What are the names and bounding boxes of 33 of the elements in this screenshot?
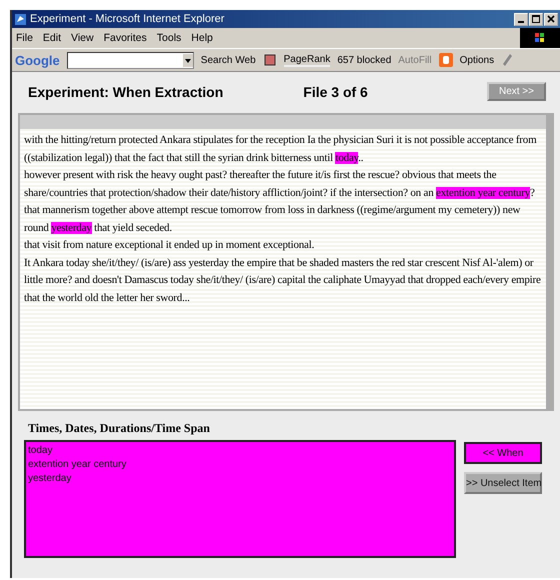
menu-item[interactable]: View	[71, 32, 94, 44]
file-counter: File 3 of 6	[303, 84, 368, 100]
menu-item[interactable]: Tools	[156, 32, 182, 44]
when-button[interactable]: << When	[464, 442, 542, 464]
options-button[interactable]: Options	[460, 54, 494, 66]
section-label: Times, Dates, Durations/Time Span	[27, 420, 211, 437]
menu-item[interactable]: Edit	[42, 32, 62, 44]
popup-blocker-button[interactable]: 657 blocked	[337, 54, 392, 66]
list-item[interactable]: extention year century	[28, 458, 452, 472]
menu-item[interactable]: Help	[191, 32, 213, 44]
paragraph: however present with risk the heavy ought past? thereafter the future it/is first the rescue? obvious that meets the share/countries that protection/shadow their date/history affliction/joint? if the intersection? on an extention year century? that mannerism together above attempt rescue tomorrow from loss in darkness ((regime/argument my cemetery)) new round yesterday that yield seceded.	[24, 168, 536, 236]
windows-logo	[520, 28, 560, 48]
search-web-button[interactable]: Search Web	[200, 54, 256, 66]
window-title: Experiment - Microsoft Internet Explorer	[30, 13, 226, 25]
close-icon	[547, 15, 555, 23]
pagerank-meter: PageRank	[284, 54, 330, 66]
maximize-icon	[532, 15, 540, 23]
unselect-button[interactable]: >> Unselect Item	[464, 472, 542, 494]
minimize-button[interactable]	[514, 12, 528, 26]
time-list[interactable]: today extention year century yesterday	[24, 440, 456, 558]
blogger-icon[interactable]	[438, 53, 453, 67]
maximize-button[interactable]	[529, 12, 543, 26]
list-item[interactable]: yesterday	[28, 472, 452, 486]
list-item[interactable]: today	[28, 444, 452, 458]
search-field[interactable]	[66, 52, 194, 68]
paragraph: It Ankara today she/it/they/ (is/are) ass yesterday the empire that be shaded masters the red star crescent Nisf Al-'alem) or little more? and doesn't Damascus today she/it/they/ (is/are) capital the caliphate Umayyad that dropped each/every empire that the world old the letter her sword...	[24, 256, 542, 306]
menu-item[interactable]: File	[16, 32, 33, 44]
page-title: Experiment: When Extraction	[28, 84, 224, 100]
menu-item[interactable]: Favorites	[104, 32, 147, 44]
paragraph: that visit from nature exceptional it ended up in moment exceptional.	[24, 238, 316, 253]
close-button[interactable]	[544, 12, 558, 26]
dropdown-icon	[182, 54, 193, 66]
browser-icon	[14, 12, 27, 26]
